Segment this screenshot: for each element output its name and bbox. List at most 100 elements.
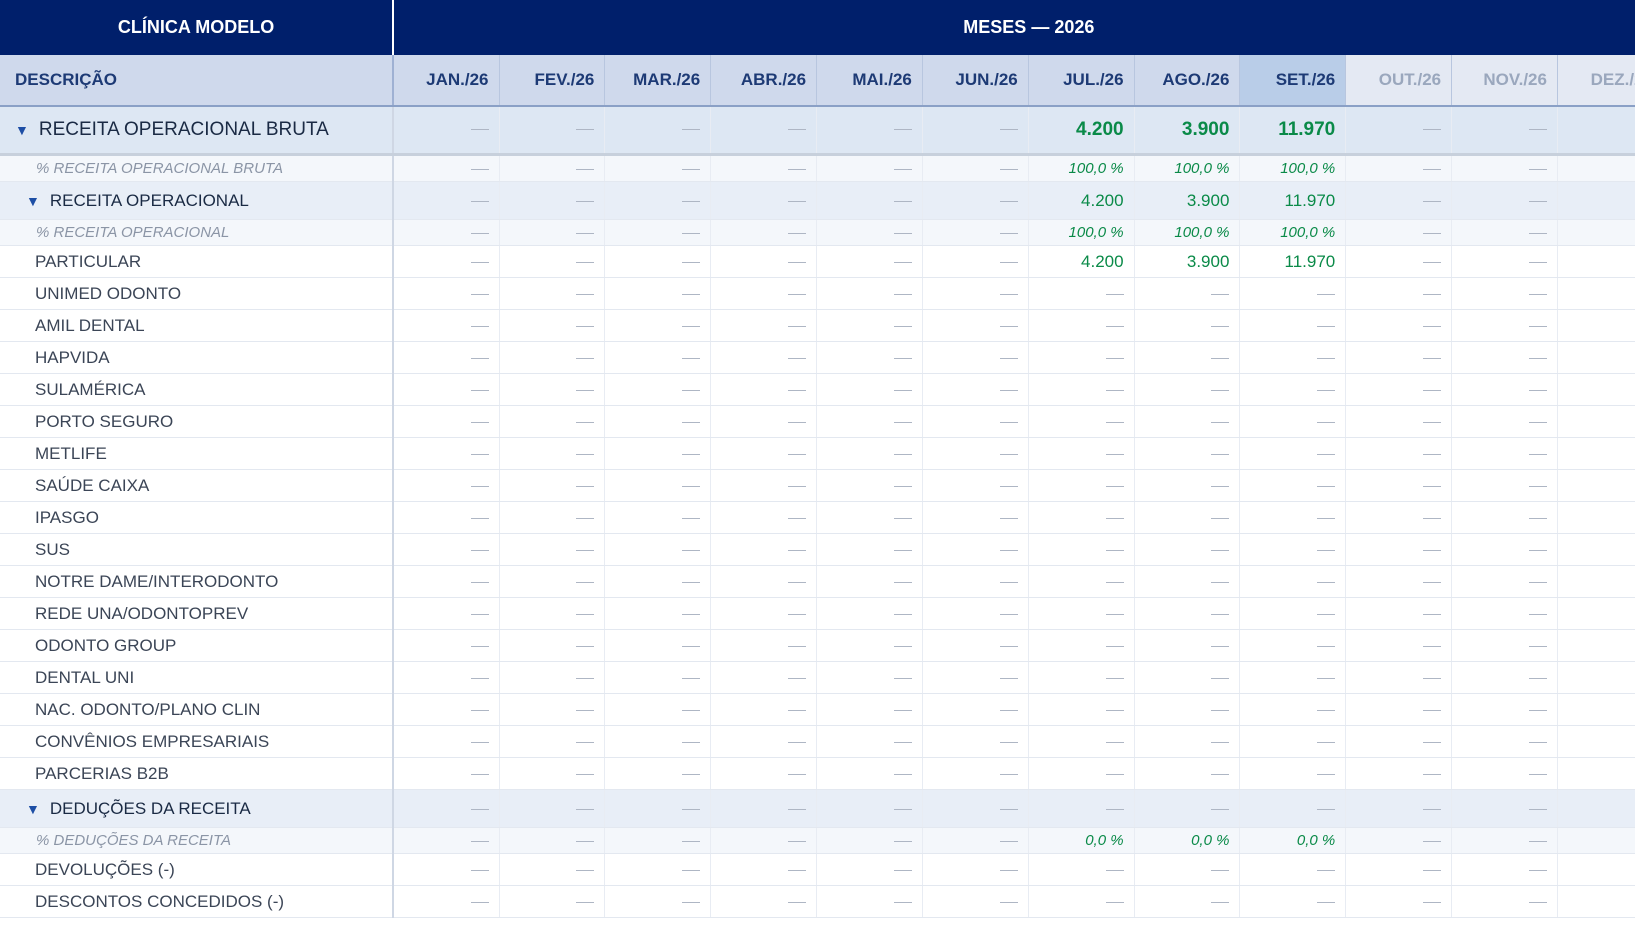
table-row[interactable]: HAPVIDA	[0, 341, 1635, 374]
value-cell[interactable]	[1134, 885, 1241, 918]
value-cell[interactable]	[816, 405, 923, 438]
table-row[interactable]: IPASGO	[0, 501, 1635, 534]
value-cell[interactable]	[393, 661, 500, 694]
value-cell[interactable]	[1028, 373, 1135, 406]
value-cell[interactable]	[1028, 309, 1135, 342]
value-cell[interactable]: 0,0 %	[1134, 827, 1241, 854]
value-cell[interactable]	[1028, 277, 1135, 310]
percent-row[interactable]: % DEDUÇÕES DA RECEITA 0,0 % 0,0 % 0,0 %	[0, 827, 1635, 854]
value-cell[interactable]	[1345, 501, 1453, 534]
value-cell[interactable]	[1451, 106, 1558, 156]
month-header-7[interactable]: AGO./26	[1134, 55, 1241, 107]
value-cell[interactable]	[1134, 437, 1241, 470]
value-cell[interactable]	[604, 373, 712, 406]
value-cell[interactable]: 4.200	[1028, 181, 1135, 220]
value-cell[interactable]	[393, 629, 500, 662]
value-cell[interactable]	[499, 309, 606, 342]
month-header-2[interactable]: MAR./26	[604, 55, 712, 107]
value-cell[interactable]	[1345, 341, 1453, 374]
value-cell[interactable]	[1451, 661, 1558, 694]
value-cell[interactable]	[816, 629, 923, 662]
value-cell[interactable]	[816, 277, 923, 310]
value-cell[interactable]	[1028, 661, 1135, 694]
table-row[interactable]: PARCERIAS B2B	[0, 757, 1635, 790]
value-cell[interactable]	[1557, 629, 1635, 662]
month-header-4[interactable]: MAI./26	[816, 55, 923, 107]
value-cell[interactable]	[393, 154, 500, 182]
value-cell[interactable]	[1239, 309, 1347, 342]
value-cell[interactable]	[1557, 154, 1635, 182]
value-cell[interactable]	[393, 533, 500, 566]
value-cell[interactable]	[1239, 661, 1347, 694]
value-cell[interactable]	[499, 277, 606, 310]
value-cell[interactable]	[1134, 629, 1241, 662]
value-cell[interactable]	[1557, 853, 1635, 886]
value-cell[interactable]	[1134, 405, 1241, 438]
value-cell[interactable]: 4.200	[1028, 106, 1135, 156]
section-row[interactable]: ▼ RECEITA OPERACIONAL 4.200 3.900 11.970	[0, 181, 1635, 220]
value-cell[interactable]	[816, 827, 923, 854]
value-cell[interactable]	[1557, 469, 1635, 502]
value-cell[interactable]	[1451, 565, 1558, 598]
value-cell[interactable]	[393, 181, 500, 220]
collapse-triangle-icon[interactable]: ▼	[15, 122, 29, 138]
value-cell[interactable]	[816, 693, 923, 726]
value-cell[interactable]	[922, 885, 1029, 918]
table-row[interactable]: NAC. ODONTO/PLANO CLIN	[0, 693, 1635, 726]
value-cell[interactable]	[816, 533, 923, 566]
month-header-6[interactable]: JUL./26	[1028, 55, 1135, 107]
value-cell[interactable]	[1345, 106, 1453, 156]
value-cell[interactable]	[816, 725, 923, 758]
value-cell[interactable]	[816, 661, 923, 694]
value-cell[interactable]	[922, 341, 1029, 374]
value-cell[interactable]	[499, 725, 606, 758]
value-cell[interactable]	[393, 789, 500, 828]
value-cell[interactable]	[393, 341, 500, 374]
value-cell[interactable]	[1557, 661, 1635, 694]
value-cell[interactable]	[499, 789, 606, 828]
value-cell[interactable]	[499, 827, 606, 854]
value-cell[interactable]	[1451, 181, 1558, 220]
value-cell[interactable]: 3.900	[1134, 245, 1241, 278]
value-cell[interactable]	[1451, 309, 1558, 342]
value-cell[interactable]	[1239, 373, 1347, 406]
value-cell[interactable]	[499, 219, 606, 246]
value-cell[interactable]	[499, 693, 606, 726]
value-cell[interactable]	[604, 827, 712, 854]
value-cell[interactable]	[816, 181, 923, 220]
value-cell[interactable]	[922, 309, 1029, 342]
percent-row[interactable]: % RECEITA OPERACIONAL 100,0 % 100,0 % 100,0…	[0, 219, 1635, 246]
value-cell[interactable]	[604, 277, 712, 310]
value-cell[interactable]	[393, 277, 500, 310]
value-cell[interactable]	[1451, 245, 1558, 278]
value-cell[interactable]	[499, 106, 606, 156]
value-cell[interactable]	[393, 501, 500, 534]
value-cell[interactable]	[604, 565, 712, 598]
table-row[interactable]: METLIFE	[0, 437, 1635, 470]
value-cell[interactable]	[1345, 725, 1453, 758]
value-cell[interactable]	[499, 565, 606, 598]
value-cell[interactable]	[1557, 341, 1635, 374]
value-cell[interactable]	[1239, 501, 1347, 534]
value-cell[interactable]	[1557, 501, 1635, 534]
value-cell[interactable]	[1239, 853, 1347, 886]
month-header-10[interactable]: NOV./26	[1451, 55, 1558, 107]
value-cell[interactable]	[499, 405, 606, 438]
value-cell[interactable]	[1028, 405, 1135, 438]
value-cell[interactable]	[1134, 533, 1241, 566]
value-cell[interactable]: 100,0 %	[1028, 154, 1135, 182]
value-cell[interactable]	[393, 309, 500, 342]
value-cell[interactable]	[1239, 725, 1347, 758]
value-cell[interactable]	[1134, 469, 1241, 502]
value-cell[interactable]	[1239, 277, 1347, 310]
value-cell[interactable]	[1134, 373, 1241, 406]
section-row[interactable]: ▼ RECEITA OPERACIONAL BRUTA 4.200 3.900 11.9…	[0, 106, 1635, 156]
table-row[interactable]: DESCONTOS CONCEDIDOS (-)	[0, 885, 1635, 918]
table-row[interactable]: ODONTO GROUP	[0, 629, 1635, 662]
value-cell[interactable]	[393, 757, 500, 790]
value-cell[interactable]: 3.900	[1134, 106, 1241, 156]
value-cell[interactable]	[604, 789, 712, 828]
value-cell[interactable]	[1345, 181, 1453, 220]
value-cell[interactable]	[922, 725, 1029, 758]
value-cell[interactable]	[604, 154, 712, 182]
